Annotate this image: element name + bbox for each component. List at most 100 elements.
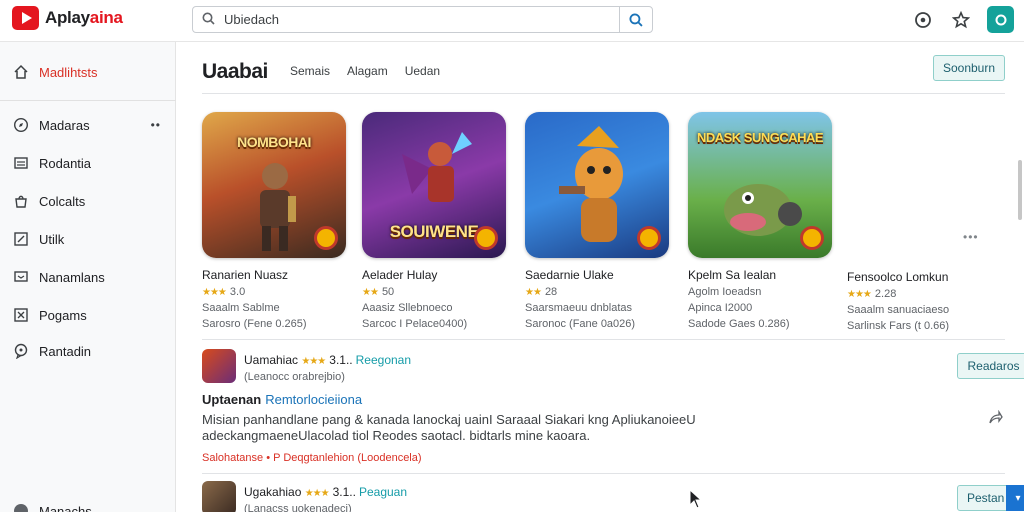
chat-icon: [12, 342, 30, 360]
app-title: Aelader Hulay: [362, 268, 438, 282]
rating-stars-icon: ★★: [525, 287, 542, 298]
app-card[interactable]: NOMBOHAI Ranarien Nuasz ★★★ 3.0 Saaalm Sa…: [202, 112, 350, 330]
app-meta: Sarlinsk Fars (t 0.66): [847, 320, 950, 332]
badge-icon: [637, 226, 661, 250]
character-art: [260, 163, 296, 251]
app-card[interactable]: SOUIWENE Aelader Hulay ★★ 50 Aaasiz Slleb…: [362, 112, 510, 330]
chevron-down-icon[interactable]: ⌄: [97, 504, 108, 512]
settings-icon[interactable]: [911, 8, 935, 32]
top-bar: Aplayaina: [0, 0, 1024, 42]
sidebar-item-discover[interactable]: Madaras ••: [0, 110, 176, 140]
sidebar: Madlihtsts Madaras •• Rodantia Colcalts …: [0, 42, 176, 512]
list-item[interactable]: Uamahiac ★★★ 3.1.. Reegonan (Leanocc orabr…: [202, 347, 1024, 385]
character-art: [402, 132, 472, 202]
rating-value: 2.28: [874, 288, 897, 300]
tab-alagam[interactable]: Alagam: [347, 64, 388, 78]
app-name-part2: aina: [89, 8, 123, 27]
divider: [202, 473, 1005, 474]
search-button-icon: [629, 12, 643, 27]
sidebar-item-account[interactable]: Manachs ⌄: [0, 496, 176, 512]
sidebar-item-label: Colcalts: [39, 193, 86, 209]
install-button[interactable]: Pestan ▾: [957, 485, 1024, 511]
search-input[interactable]: [224, 7, 619, 32]
rating-value: 3.1..: [329, 353, 353, 367]
rating-stars-icon: ★★★: [301, 356, 326, 367]
bag-icon: [12, 192, 30, 210]
sidebar-item-rantadin[interactable]: Rantadin: [0, 336, 176, 366]
badge-icon: [314, 226, 338, 250]
app-logo[interactable]: Aplayaina: [12, 6, 123, 30]
compass-icon: [12, 116, 30, 134]
home-icon: [12, 63, 30, 81]
star-icon[interactable]: [949, 8, 973, 32]
tab-semais[interactable]: Semais: [290, 64, 330, 78]
sidebar-item-programs[interactable]: Pogams: [0, 300, 176, 330]
app-meta: Sarcoc I Pelace0400): [362, 318, 468, 330]
install-button[interactable]: Readaros: [957, 353, 1024, 379]
tab-uedan[interactable]: Uedan: [405, 64, 440, 78]
list-item-tag[interactable]: Peaguan: [359, 485, 407, 499]
app-meta: Sarosro (Fene 0.265): [202, 318, 307, 330]
expand-icon: [12, 306, 30, 324]
sidebar-divider: [0, 100, 176, 101]
app-icon: [202, 349, 236, 383]
sidebar-item-label: Pogams: [39, 307, 87, 323]
rating-stars-icon: ★★★: [202, 287, 227, 298]
app-title: Kpelm Sa Iealan: [688, 268, 777, 282]
list-item[interactable]: Ugakahiao ★★★ 3.1.. Peaguan (Lanacss uoken…: [202, 479, 1024, 512]
badge-icon: [474, 226, 498, 250]
sidebar-item-label: Manachs: [39, 503, 92, 512]
chevron-down-icon[interactable]: ▾: [1006, 485, 1024, 511]
sidebar-item-label: Utilk: [39, 231, 65, 247]
page-title: Uaabai: [202, 60, 268, 83]
list-item-name: Uamahiac: [244, 353, 299, 367]
app-card[interactable]: NDASK SUNGCAHAE Kpelm Sa Iealan Agolm Io…: [688, 112, 836, 330]
app-card[interactable]: Saedarnie Ulake ★★ 28 Saarsmaeuu dnblatas…: [525, 112, 673, 330]
app-name: Aplayaina: [45, 8, 123, 28]
app-rating: ★★★ 3.0: [202, 286, 350, 298]
app-card[interactable]: Fensoolco Lomkun ★★★ 2.28 Saaalm sanuacia…: [847, 270, 995, 332]
search-button[interactable]: [619, 7, 652, 32]
app-thumbnail[interactable]: [525, 112, 669, 258]
install-button-label: Pestan: [967, 491, 1005, 505]
list-item-tag[interactable]: Reegonan: [356, 353, 411, 367]
sidebar-item-collections[interactable]: Colcalts: [0, 186, 176, 216]
list-item-subtitle: (Lanacss uokenadeci): [244, 503, 352, 512]
app-thumbnail[interactable]: NOMBOHAI: [202, 112, 346, 258]
thumbnail-art-text: NOMBOHAI: [237, 134, 311, 150]
character-art: [724, 184, 802, 236]
description-red-link[interactable]: Salohatanse • P Deqgtanlehion (Loodencel…: [202, 452, 992, 464]
monitor-icon: [12, 268, 30, 286]
play-logo-icon: [12, 6, 39, 30]
sidebar-item-utilities[interactable]: Utilk: [0, 224, 176, 254]
app-meta: Saronoc (Fane 0a026): [525, 318, 636, 330]
list-item-name: Ugakahiao: [244, 485, 302, 499]
app-category: Agolm Ioeadsn: [688, 286, 762, 298]
app-rating: ★★ 28: [525, 286, 673, 298]
sidebar-item-label: Madaras: [39, 117, 90, 133]
more-options-icon[interactable]: •••: [963, 230, 979, 244]
sidebar-item-lists[interactable]: Rodantia: [0, 148, 176, 178]
more-icon[interactable]: ••: [151, 118, 161, 132]
divider: [202, 93, 1005, 94]
description-heading: Uptaenan: [202, 392, 262, 407]
description-link[interactable]: Remtorlocieiiona: [265, 392, 362, 407]
scrollbar[interactable]: [1018, 160, 1022, 220]
badge-icon: [800, 226, 824, 250]
top-action-button[interactable]: Soonburn: [933, 55, 1005, 81]
account-icon[interactable]: [987, 6, 1014, 33]
sidebar-item-home[interactable]: Madlihtsts: [0, 57, 176, 87]
top-icons: [911, 6, 1014, 33]
app-thumbnail[interactable]: NDASK SUNGCAHAE: [688, 112, 832, 258]
main-content: Uaabai Semais Alagam Uedan Soonburn NOMB…: [177, 42, 1024, 512]
app-rating: ★★★ 2.28: [847, 288, 995, 300]
share-icon[interactable]: [987, 409, 1003, 430]
app-category: Saaalm sanuaciaeso: [847, 304, 950, 316]
list-icon: [12, 154, 30, 172]
description-block: Uptaenan Remtorlocieiiona Misian panhandl…: [202, 392, 992, 464]
search-bar: [192, 6, 653, 33]
divider: [202, 339, 1005, 340]
sidebar-item-nanamlans[interactable]: Nanamlans: [0, 262, 176, 292]
thumbnail-art-text: NDASK SUNGCAHAE: [696, 130, 824, 145]
app-thumbnail[interactable]: SOUIWENE: [362, 112, 506, 258]
